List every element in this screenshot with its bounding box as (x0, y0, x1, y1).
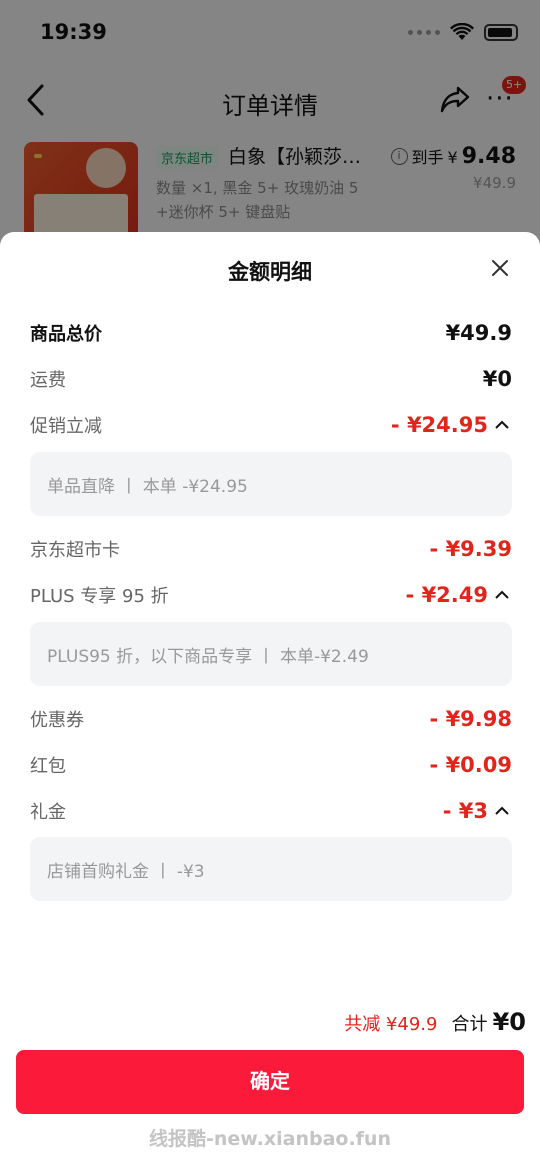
row-promo[interactable]: 促销立减 - ¥24.95 (30, 410, 512, 440)
total-value: ¥0 (492, 1008, 526, 1036)
row-label: 京东超市卡 (30, 540, 120, 561)
row-goods-total: 商品总价 ¥49.9 (30, 318, 512, 348)
row-supermarket-card: 京东超市卡 - ¥9.39 (30, 534, 512, 564)
watermark: 线报酷-new.xianbao.fun (149, 1128, 391, 1150)
row-label: PLUS 专享 95 折 (30, 586, 169, 607)
gift-detail: 店铺首购礼金 丨 -¥3 (30, 837, 512, 901)
row-value: - ¥9.98 (429, 707, 512, 731)
row-plus-discount[interactable]: PLUS 专享 95 折 - ¥2.49 (30, 580, 512, 610)
chevron-up-icon[interactable] (492, 587, 512, 603)
row-value: - ¥24.95 (391, 413, 512, 437)
row-label: 商品总价 (30, 324, 102, 345)
row-shipping: 运费 ¥0 (30, 364, 512, 394)
chevron-up-icon[interactable] (492, 417, 512, 433)
sheet-title: 金额明细 (228, 260, 312, 284)
amount-summary: 共减 ¥49.9 合计 ¥0 (344, 1008, 526, 1036)
close-icon[interactable] (486, 254, 514, 282)
promo-detail: 单品直降 丨 本单 -¥24.95 (30, 452, 512, 516)
row-label: 红包 (30, 756, 66, 777)
row-value: ¥49.9 (445, 321, 512, 345)
row-value: - ¥3 (443, 799, 512, 823)
total-group: 合计 ¥0 (452, 1008, 527, 1036)
row-label: 礼金 (30, 802, 66, 823)
row-value: - ¥9.39 (429, 537, 512, 561)
saved-amount: 共减 ¥49.9 (344, 1014, 438, 1035)
row-value: - ¥0.09 (429, 753, 512, 777)
row-value: - ¥2.49 (406, 583, 512, 607)
total-label: 合计 (451, 1014, 488, 1035)
row-label: 促销立减 (30, 416, 102, 437)
confirm-button[interactable]: 确定 (16, 1050, 524, 1114)
row-value: ¥0 (482, 367, 512, 391)
plus-detail: PLUS95 折，以下商品专享 丨 本单-¥2.49 (30, 622, 512, 686)
row-coupon: 优惠券 - ¥9.98 (30, 704, 512, 734)
chevron-up-icon[interactable] (492, 803, 512, 819)
row-label: 运费 (30, 370, 66, 391)
row-label: 优惠券 (30, 710, 84, 731)
amount-detail-sheet: 金额明细 商品总价 ¥49.9 运费 ¥0 促销立减 - ¥24.95 单品直降… (0, 232, 540, 1168)
row-gift-money[interactable]: 礼金 - ¥3 (30, 796, 512, 826)
row-red-packet: 红包 - ¥0.09 (30, 750, 512, 780)
